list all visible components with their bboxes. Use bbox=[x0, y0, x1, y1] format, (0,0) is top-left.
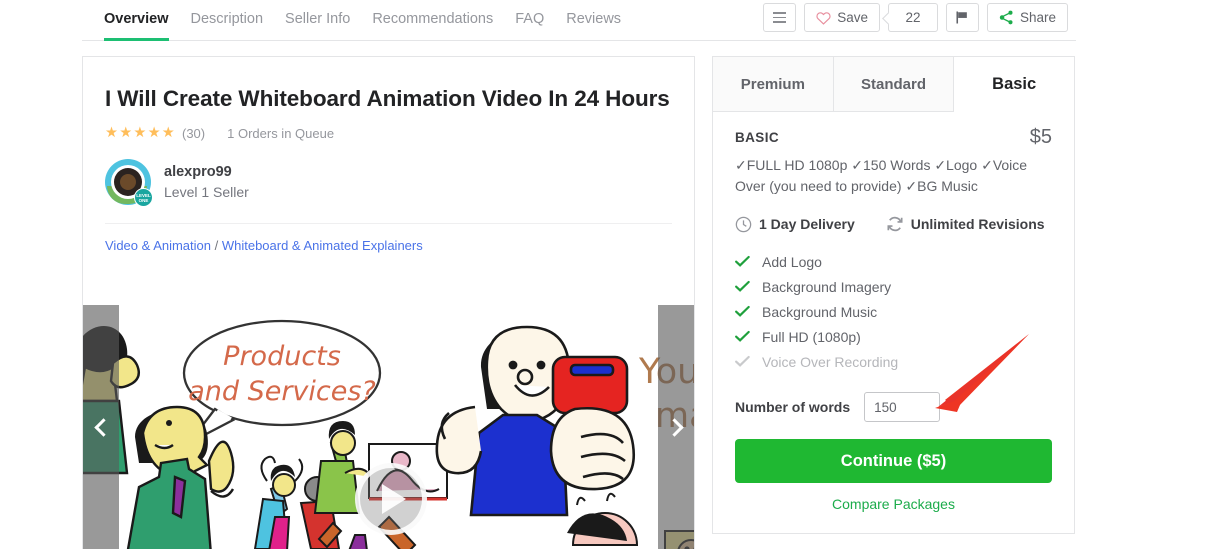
package-tab-basic[interactable]: Basic bbox=[954, 57, 1075, 112]
heart-icon bbox=[816, 11, 831, 25]
feature-row: Full HD (1080p) bbox=[735, 324, 1052, 349]
seller-level-badge-icon: LEVEL ONE bbox=[134, 188, 153, 207]
feature-label: Add Logo bbox=[762, 253, 822, 270]
compare-packages-link[interactable]: Compare Packages bbox=[735, 496, 1052, 512]
gig-nav-tabs: Overview Description Seller Info Recomme… bbox=[82, 0, 643, 41]
hamburger-menu-icon bbox=[773, 12, 787, 23]
video-play-button[interactable] bbox=[355, 463, 427, 535]
share-label: Share bbox=[1019, 10, 1056, 25]
package-name: BASIC bbox=[735, 130, 780, 145]
svg-text:Products: Products bbox=[223, 341, 341, 372]
feature-row-disabled: Voice Over Recording bbox=[735, 349, 1052, 374]
package-tab-premium[interactable]: Premium bbox=[713, 57, 834, 112]
share-nodes-icon bbox=[999, 10, 1013, 25]
chevron-right-icon bbox=[664, 418, 684, 437]
gig-action-buttons: Save 22 Share bbox=[763, 3, 1076, 32]
number-of-words-row: Number of words bbox=[735, 392, 1052, 422]
seller-level-badge-text: LEVEL ONE bbox=[136, 192, 151, 203]
feature-label: Background Imagery bbox=[762, 278, 892, 295]
page-title: I Will Create Whiteboard Animation Video… bbox=[105, 86, 670, 111]
tab-faq[interactable]: FAQ bbox=[515, 0, 544, 41]
tab-overview[interactable]: Overview bbox=[104, 0, 169, 41]
package-panel: Premium Standard Basic BASIC $5 ✓FULL HD… bbox=[712, 56, 1075, 534]
seller-level: Level 1 Seller bbox=[164, 184, 249, 200]
check-icon bbox=[735, 330, 750, 342]
orders-in-queue: 1 Orders in Queue bbox=[227, 125, 335, 141]
delivery-group: 1 Day Delivery bbox=[735, 216, 855, 233]
avatar[interactable]: LEVEL ONE bbox=[105, 159, 153, 207]
delivery-time: 1 Day Delivery bbox=[759, 216, 855, 232]
package-feature-list: Add Logo Background Imagery Background M… bbox=[735, 249, 1052, 374]
chevron-left-icon bbox=[93, 418, 113, 437]
package-header: BASIC $5 bbox=[735, 126, 1052, 149]
check-icon bbox=[735, 280, 750, 292]
share-button[interactable]: Share bbox=[986, 3, 1068, 32]
seller-name[interactable]: alexpro99 bbox=[164, 164, 249, 180]
feature-label: Voice Over Recording bbox=[762, 353, 899, 370]
package-tab-standard[interactable]: Standard bbox=[833, 57, 955, 112]
flag-icon bbox=[956, 11, 967, 24]
tab-description[interactable]: Description bbox=[191, 0, 264, 41]
seller-meta: alexpro99 Level 1 Seller bbox=[164, 164, 249, 200]
package-meta-row: 1 Day Delivery Unlimited Revisions bbox=[735, 215, 1052, 233]
media-next-button[interactable] bbox=[658, 305, 694, 549]
package-tabs: Premium Standard Basic bbox=[713, 57, 1075, 112]
package-body: BASIC $5 ✓FULL HD 1080p ✓150 Words ✓Logo… bbox=[713, 112, 1074, 512]
save-button[interactable]: Save bbox=[804, 3, 880, 32]
feature-row: Background Imagery bbox=[735, 274, 1052, 299]
tab-recommendations[interactable]: Recommendations bbox=[372, 0, 493, 41]
revisions-count: Unlimited Revisions bbox=[910, 216, 1045, 232]
divider bbox=[105, 223, 672, 224]
avatar-inner-center bbox=[120, 174, 136, 190]
refresh-icon bbox=[887, 216, 903, 232]
tab-reviews[interactable]: Reviews bbox=[566, 0, 621, 41]
play-button-icon bbox=[382, 484, 406, 514]
feature-label: Background Music bbox=[762, 303, 878, 320]
clock-icon bbox=[735, 216, 752, 232]
report-button[interactable] bbox=[945, 3, 979, 32]
breadcrumb-category-link[interactable]: Video & Animation bbox=[105, 238, 211, 253]
revisions-group: Unlimited Revisions bbox=[886, 215, 1045, 233]
check-icon-disabled bbox=[735, 355, 750, 367]
gig-rating-row: ★★★★★ (30) 1 Orders in Queue bbox=[105, 125, 672, 141]
rating-count[interactable]: (30) bbox=[182, 126, 205, 141]
feature-row: Add Logo bbox=[735, 249, 1052, 274]
star-rating-icon: ★★★★★ bbox=[105, 125, 176, 141]
seller-row: LEVEL ONE alexpro99 Level 1 Seller bbox=[105, 159, 672, 207]
check-icon bbox=[735, 305, 750, 317]
more-options-button[interactable] bbox=[763, 3, 797, 32]
gig-nav-bar: Overview Description Seller Info Recomme… bbox=[82, 0, 1076, 41]
check-icon bbox=[735, 255, 750, 267]
svg-text:and Services?: and Services? bbox=[188, 376, 376, 407]
collect-count-badge[interactable]: 22 bbox=[887, 3, 938, 32]
package-description: ✓FULL HD 1080p ✓150 Words ✓Logo ✓Voice O… bbox=[735, 157, 1028, 194]
tab-seller-info[interactable]: Seller Info bbox=[285, 0, 350, 41]
number-of-words-input[interactable] bbox=[864, 392, 941, 422]
feature-row: Background Music bbox=[735, 299, 1052, 324]
gig-detail-page: Overview Description Seller Info Recomme… bbox=[0, 0, 1226, 549]
collect-count-value: 22 bbox=[905, 10, 921, 25]
package-price: $5 bbox=[1029, 126, 1052, 148]
breadcrumb: Video & Animation / Whiteboard & Animate… bbox=[105, 238, 672, 253]
feature-label: Full HD (1080p) bbox=[762, 328, 861, 345]
media-prev-button[interactable] bbox=[83, 305, 119, 549]
breadcrumb-separator: / bbox=[211, 238, 222, 253]
save-label: Save bbox=[837, 10, 868, 25]
continue-button[interactable]: Continue ($5) bbox=[735, 439, 1052, 483]
breadcrumb-subcategory-link[interactable]: Whiteboard & Animated Explainers bbox=[222, 238, 423, 253]
number-of-words-label: Number of words bbox=[735, 399, 851, 415]
